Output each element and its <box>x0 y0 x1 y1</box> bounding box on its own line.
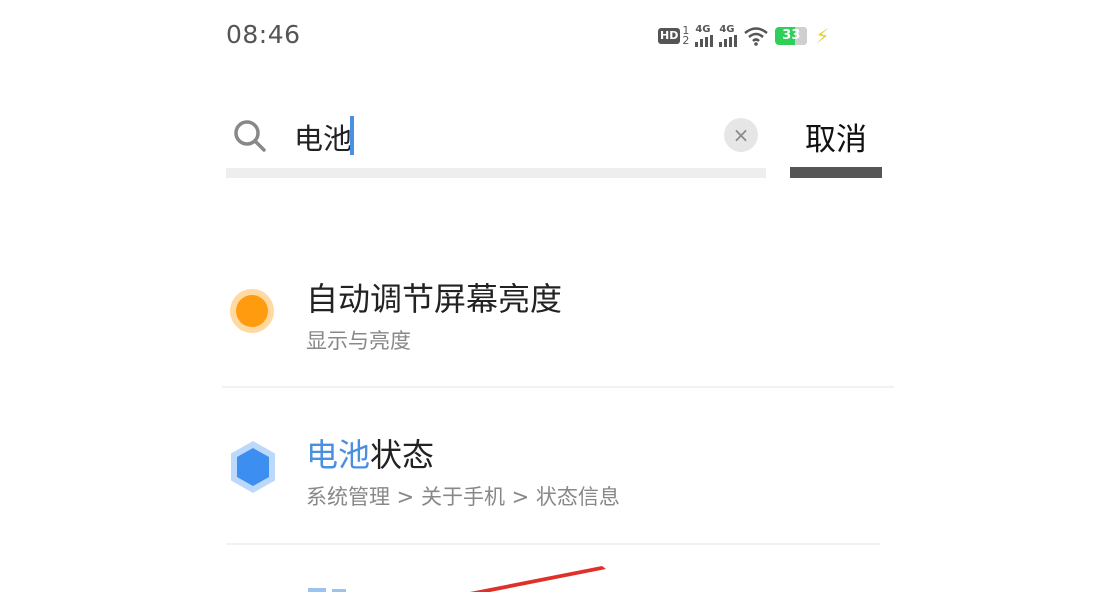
search-icon <box>234 120 266 152</box>
cancel-button[interactable]: 取消 <box>790 114 882 159</box>
close-icon: × <box>732 123 750 147</box>
result-subtitle: 系统管理 > 关于手机 > 状态信息 <box>306 485 620 509</box>
signal-icon: 4G <box>695 25 714 47</box>
result-subtitle: 显示与亮度 <box>306 329 411 353</box>
status-icons: HD 1 2 4G 4G 33 ⚡ <box>658 22 829 50</box>
status-time: 08:46 <box>226 20 301 49</box>
result-title[interactable]: 自动调节屏幕亮度 <box>306 274 562 320</box>
result-title-partial <box>308 588 346 592</box>
clear-search-button[interactable]: × <box>724 118 758 152</box>
divider <box>226 543 880 545</box>
text-caret <box>350 116 354 155</box>
hd-sim-index: 1 2 <box>682 24 690 47</box>
cancel-underline <box>790 167 882 178</box>
signal-icon: 4G <box>719 25 738 47</box>
hd-voice-icon: HD <box>658 28 681 44</box>
wifi-icon <box>744 27 769 46</box>
search-underline <box>226 168 766 178</box>
result-title[interactable]: 电池状态 <box>306 430 434 476</box>
annotation-arrow-icon <box>470 566 606 592</box>
orange-dot-icon <box>230 289 274 333</box>
blue-hexagon-icon <box>231 441 275 493</box>
battery-icon: 33 <box>775 27 808 45</box>
charging-icon: ⚡ <box>815 24 830 48</box>
divider <box>222 386 894 388</box>
search-input[interactable]: 电池 <box>294 116 694 156</box>
